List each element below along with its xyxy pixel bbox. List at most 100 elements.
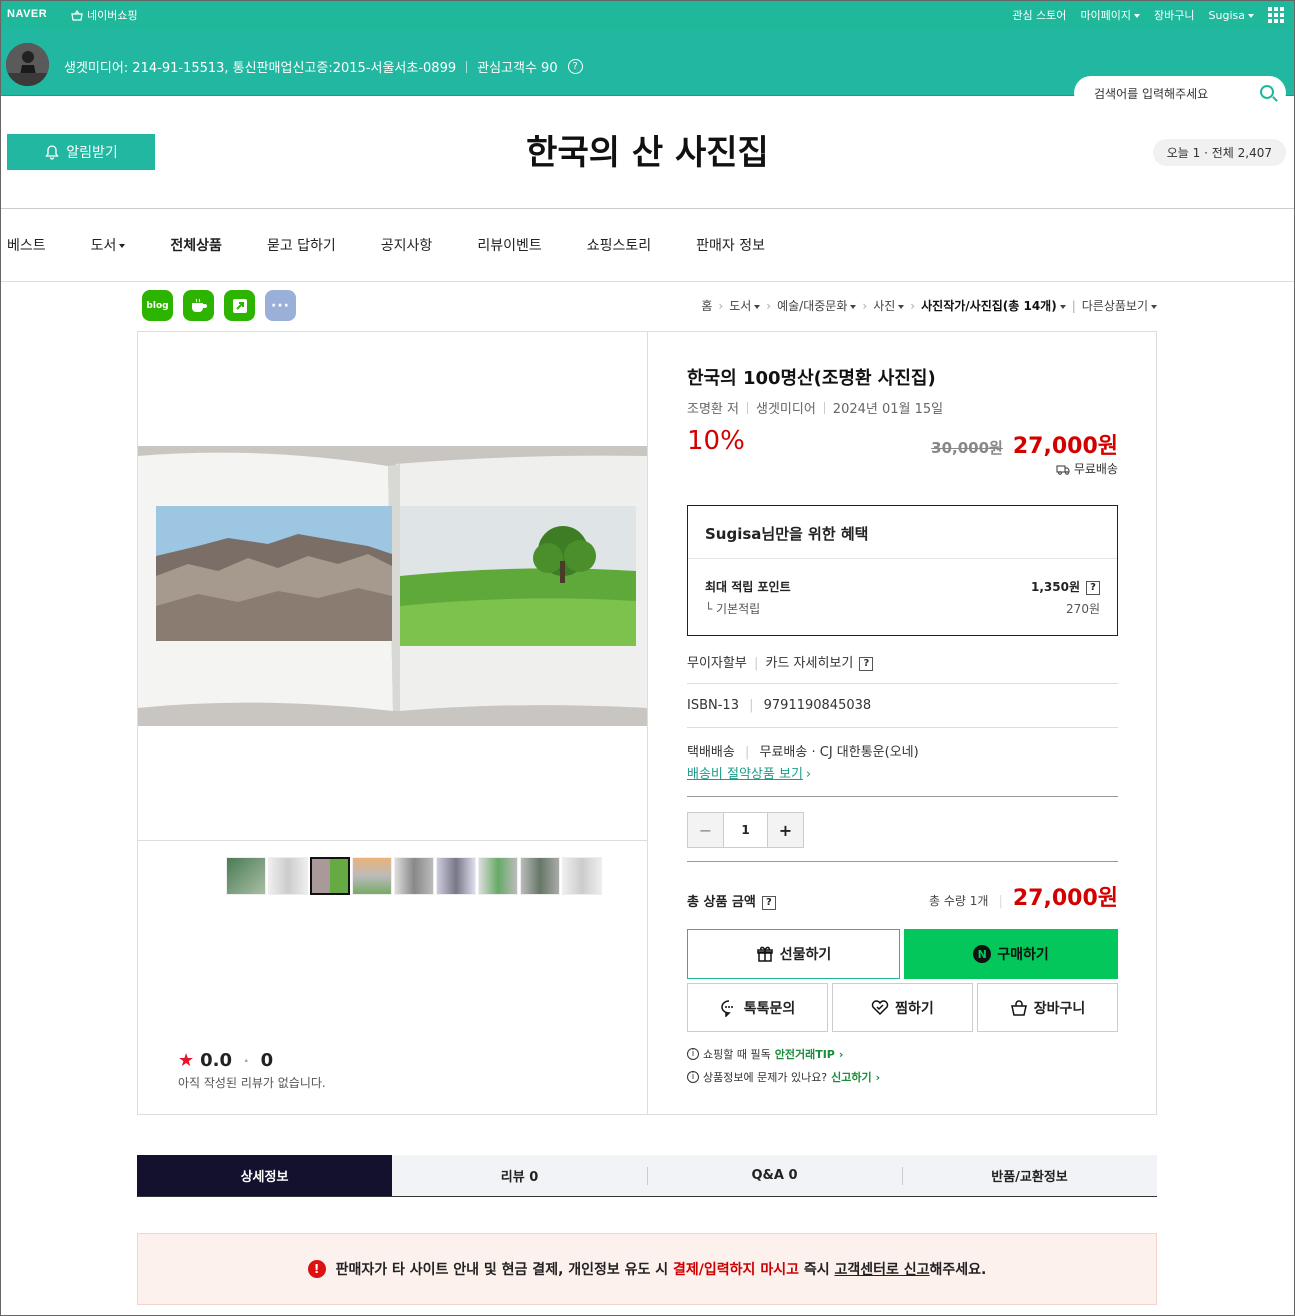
product-box: ★ 0.0 · 0 아직 작성된 리뷰가 없습니다. 한국의 100명산(조명환… (137, 331, 1157, 1115)
help-icon[interactable]: ? (567, 59, 583, 74)
breadcrumb-photo[interactable]: 사진 (873, 297, 905, 314)
discount-rate: 10% (687, 426, 745, 456)
cart-button[interactable]: 장바구니 (977, 983, 1118, 1032)
thumbnail[interactable] (520, 857, 560, 895)
benefit-title-text: 님만을 위한 혜택 (761, 525, 869, 543)
other-products-link[interactable]: 다른상품보기 (1082, 297, 1157, 314)
favorite-stores-link[interactable]: 관심 스토어 (1012, 7, 1066, 23)
divider (687, 796, 1118, 797)
naver-shopping-link[interactable]: 네이버쇼핑 (71, 7, 138, 23)
nav-item-review-event[interactable]: 리뷰이벤트 (477, 235, 541, 255)
gift-label: 선물하기 (779, 947, 832, 963)
nav-item-shopping-story[interactable]: 쇼핑스토리 (587, 235, 651, 255)
product-author: 조명환 저 (687, 402, 739, 417)
buy-button[interactable]: N 구매하기 (904, 929, 1118, 979)
store-header: 알림받기 한국의 산 사진집 오늘 1 · 전체 2,407 (1, 97, 1294, 209)
rating-summary[interactable]: ★ 0.0 · 0 (178, 1050, 273, 1071)
truck-icon (1056, 465, 1070, 475)
seller-avatar[interactable] (6, 43, 49, 86)
card-detail-link[interactable]: 카드 자세히보기 (765, 656, 853, 671)
tab-review[interactable]: 리뷰 0 (392, 1155, 647, 1196)
wish-button[interactable]: 찜하기 (832, 983, 973, 1032)
total-label: 총 상품 금액 (687, 895, 756, 910)
star-icon: ★ (178, 1050, 195, 1071)
talk-inquiry-button[interactable]: 톡톡문의 (687, 983, 828, 1032)
more-share-icon[interactable]: ··· (265, 290, 296, 321)
nav-item-notice[interactable]: 공지사항 (381, 235, 433, 255)
tab-return-exchange[interactable]: 반품/교환정보 (902, 1155, 1157, 1196)
top-links: 관심 스토어 마이페이지 장바구니 Sugisa (1012, 7, 1284, 23)
thumbnail-selected[interactable] (310, 857, 350, 895)
product-date: 2024년 01월 15일 (832, 402, 944, 417)
free-shipping-label: 무료배송 (1073, 462, 1118, 476)
original-price: 30,000원 (931, 439, 1003, 457)
chevron-right-icon: › (805, 767, 812, 782)
store-title[interactable]: 한국의 산 사진집 (1, 125, 1294, 174)
warning-text: 판매자가 타 사이트 안내 및 현금 결제, 개인정보 유도 시 결제/입력하지… (336, 1259, 987, 1279)
interest-count: 관심고객수 90 (477, 61, 558, 76)
breadcrumb-home[interactable]: 홈 (701, 297, 712, 314)
thumbnail[interactable] (478, 857, 518, 895)
base-point-row: └ 기본적립 270원 (705, 602, 1100, 616)
nav-item-all-products[interactable]: 전체상품 (170, 235, 222, 255)
warning-part2: 결제/입력하지 마시고 (673, 1262, 799, 1278)
breadcrumb-art[interactable]: 예술/대중문화 (777, 297, 857, 314)
divider (687, 861, 1118, 862)
user-menu[interactable]: Sugisa (1209, 9, 1254, 22)
safe-trade-tip: i 쇼핑할 때 필독 안전거래TIP › (687, 1046, 843, 1062)
apps-grid-icon[interactable] (1268, 7, 1284, 23)
tab-detail[interactable]: 상세정보 (137, 1155, 392, 1196)
cart-link[interactable]: 장바구니 (1154, 7, 1194, 23)
quantity-decrease-button[interactable]: − (688, 813, 724, 847)
help-icon[interactable]: ? (859, 656, 874, 671)
safe-trade-tip-link[interactable]: 안전거래TIP (775, 1046, 835, 1062)
chevron-right-icon: › (838, 1047, 844, 1061)
base-point-label: 기본적립 (716, 602, 761, 616)
thumbnail[interactable] (226, 857, 266, 895)
naver-logo[interactable]: NAVER (7, 8, 47, 20)
nav-item-best[interactable]: 베스트 (7, 235, 46, 255)
naver-shopping-label: 네이버쇼핑 (87, 9, 138, 22)
divider (688, 558, 1117, 559)
divider (823, 401, 825, 414)
shipping-saving-link[interactable]: 배송비 절약상품 보기 (687, 767, 803, 782)
chevron-down-icon (119, 244, 126, 248)
thumbnail[interactable] (268, 857, 308, 895)
no-review-text: 아직 작성된 리뷰가 없습니다. (178, 1076, 326, 1090)
breadcrumb-photographer[interactable]: 사진작가/사진집(총 14개) (921, 297, 1066, 314)
warning-part3: 즉시 (803, 1262, 830, 1278)
nav-item-books[interactable]: 도서 (91, 235, 126, 255)
tab-qna[interactable]: Q&A 0 (647, 1155, 902, 1196)
quantity-increase-button[interactable]: + (767, 813, 803, 847)
warning-part5: 해주세요. (929, 1262, 987, 1278)
help-icon[interactable]: ? (761, 895, 776, 910)
chevron-down-icon (754, 304, 761, 309)
tip1-text: 쇼핑할 때 필독 (703, 1048, 771, 1061)
breadcrumb-books[interactable]: 도서 (729, 297, 761, 314)
blog-share-icon[interactable]: blog (142, 290, 173, 321)
shopping-bag-icon (1010, 999, 1027, 1016)
thumbnail[interactable] (352, 857, 392, 895)
quantity-value[interactable]: 1 (724, 813, 767, 847)
divider (687, 727, 1118, 728)
main-nav: 베스트 도서 전체상품 묻고 답하기 공지사항 리뷰이벤트 쇼핑스토리 판매자 … (1, 210, 1294, 282)
help-icon[interactable]: ? (1086, 580, 1100, 595)
nav-item-qna[interactable]: 묻고 답하기 (267, 235, 336, 255)
info-icon: i (687, 1048, 699, 1060)
total-price: 27,000원 (1012, 886, 1118, 911)
benefit-box: Sugisa님만을 위한 혜택 최대 적립 포인트 1,350원? └ 기본적립… (687, 505, 1118, 636)
mypage-link[interactable]: 마이페이지 (1080, 7, 1141, 23)
band-share-icon[interactable] (224, 290, 255, 321)
customer-center-link[interactable]: 고객센터로 신고 (834, 1262, 929, 1278)
thumbnail[interactable] (436, 857, 476, 895)
cafe-share-icon[interactable] (183, 290, 214, 321)
product-main-image[interactable] (138, 446, 647, 726)
thumbnail[interactable] (562, 857, 602, 895)
gift-button[interactable]: 선물하기 (687, 929, 900, 979)
thumbnail[interactable] (394, 857, 434, 895)
nav-item-seller-info[interactable]: 판매자 정보 (696, 235, 765, 255)
max-point-row: 최대 적립 포인트 1,350원? (705, 578, 1100, 595)
breadcrumb-photo-label: 사진 (873, 299, 896, 313)
talk-inquiry-label: 톡톡문의 (743, 1000, 796, 1017)
report-link[interactable]: 신고하기 (831, 1069, 871, 1085)
